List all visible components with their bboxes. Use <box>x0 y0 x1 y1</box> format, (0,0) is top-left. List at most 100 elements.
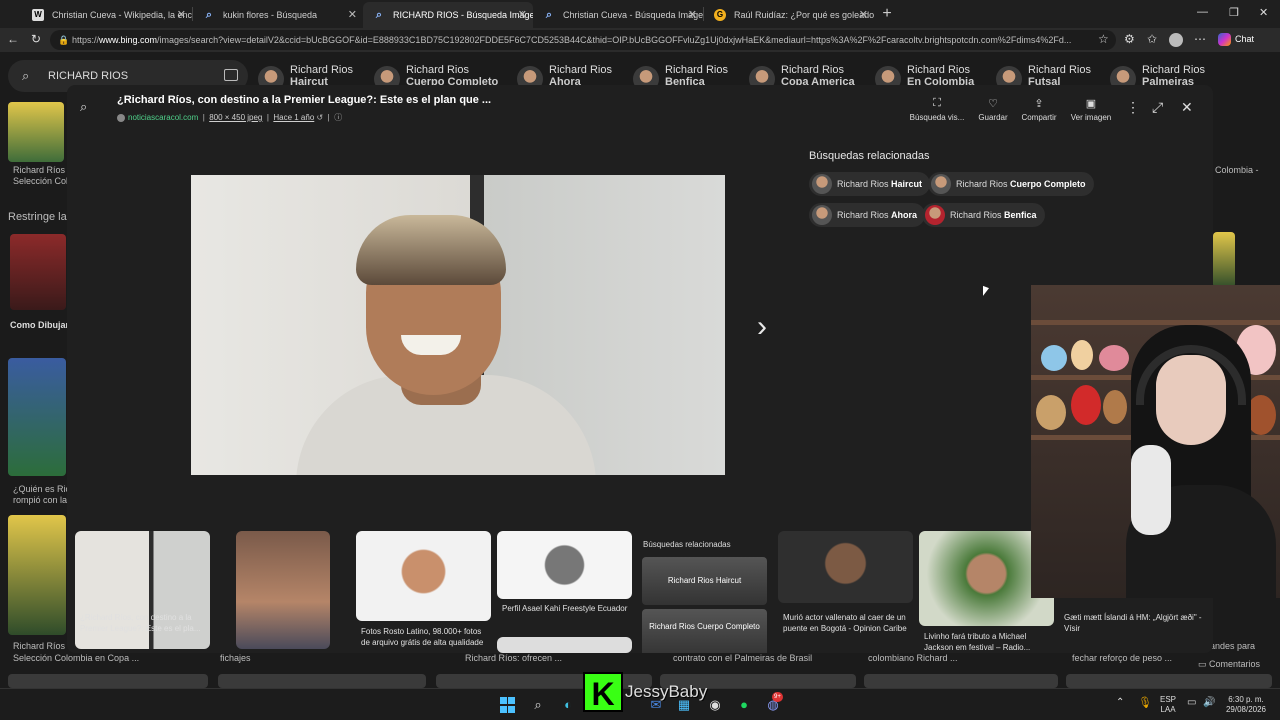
dimensions-link[interactable]: 800 × 450 jpeg <box>209 113 262 122</box>
language-indicator[interactable]: ESP LAA <box>1160 695 1176 715</box>
search-icon: ⌕ <box>205 9 213 21</box>
more-options-icon[interactable]: ⋮ <box>1126 99 1140 116</box>
tab-christian-cueva-images[interactable]: ⌕ Christian Cueva - Búsqueda Imáge ✕ <box>533 2 703 28</box>
new-tab-button[interactable]: + <box>874 5 900 23</box>
strip-related-tile[interactable]: Richard Rios Cuerpo Completo <box>642 609 767 653</box>
chip-name: Richard Rios <box>1028 64 1091 76</box>
lock-icon: 🔒 <box>58 35 70 45</box>
plush-toy <box>1036 395 1066 430</box>
share-button[interactable]: ⇪ Compartir <box>1017 97 1061 122</box>
result-caption: fichajes <box>220 653 251 663</box>
tab-kukin-flores[interactable]: ⌕ kukin flores - Búsqueda ✕ <box>193 2 363 28</box>
close-icon[interactable]: ✕ <box>1181 99 1193 116</box>
tray-chevron-icon[interactable]: ⌃ <box>1116 698 1124 708</box>
strip-related-tile[interactable]: Richard Rios Haircut <box>642 557 767 605</box>
strip-thumbnail[interactable] <box>236 531 330 649</box>
strip-thumbnail[interactable] <box>497 531 632 599</box>
strip-thumbnail[interactable] <box>356 531 491 621</box>
result-thumbnail[interactable] <box>1066 674 1272 688</box>
strip-thumbnail[interactable] <box>778 531 913 603</box>
source-link[interactable]: noticiascaracol.com <box>128 113 198 122</box>
expand-icon[interactable]: ⤢ <box>1152 99 1163 116</box>
result-thumbnail[interactable] <box>8 674 208 688</box>
main-image[interactable] <box>191 175 725 475</box>
thumbnail-image <box>497 531 632 599</box>
strip-thumbnail[interactable] <box>497 637 632 653</box>
avatar <box>925 205 945 225</box>
result-caption: Selección Col <box>13 176 69 186</box>
visual-search-button[interactable]: ⛶ Búsqueda vis... <box>905 97 969 122</box>
mic-tray-icon[interactable]: 🎙 <box>1138 698 1152 709</box>
tab-richard-rios[interactable]: ⌕ RICHARD RIOS - Búsqueda Imágen ✕ <box>363 2 533 28</box>
result-thumbnail[interactable] <box>218 674 426 688</box>
result-thumbnail[interactable] <box>8 358 66 476</box>
tile-label: Richard Rios Haircut <box>667 576 742 585</box>
minimize-icon[interactable]: — <box>1197 6 1208 18</box>
tab-label: Christian Cueva - Búsqueda Imáge <box>563 10 703 20</box>
copilot-chat-button[interactable]: Chat <box>1218 33 1254 46</box>
keyboard-layout: LAA <box>1160 705 1176 714</box>
close-window-icon[interactable]: ✕ <box>1259 6 1268 19</box>
url-prefix: https:// <box>72 35 100 45</box>
plush-toy <box>1071 340 1093 370</box>
save-button[interactable]: ♡ Guardar <box>973 97 1013 122</box>
image-title[interactable]: ¿Richard Ríos, con destino a la Premier … <box>117 94 491 106</box>
feedback-link[interactable]: ▭ Comentarios <box>1198 659 1260 670</box>
visual-search-icon[interactable] <box>224 69 238 81</box>
favorite-star-icon[interactable]: ☆ <box>1098 32 1109 46</box>
spotify-icon[interactable]: ● <box>736 697 752 713</box>
restore-icon[interactable]: ❐ <box>1229 6 1239 19</box>
strip-caption: Gæti mætt Íslandi á HM: „Algjört æði" - … <box>1064 613 1202 633</box>
close-tab-icon[interactable]: ✕ <box>348 8 357 21</box>
info-icon[interactable]: ⓘ <box>334 113 342 122</box>
age-link[interactable]: Hace 1 año <box>273 113 314 122</box>
chip-name: Richard Rios <box>950 210 1002 220</box>
more-menu-icon[interactable]: ⋯ <box>1194 32 1206 46</box>
result-thumbnail[interactable] <box>864 674 1058 688</box>
tab-label: Christian Cueva - Wikipedia, la enc <box>52 10 192 20</box>
obs-icon[interactable]: ◉ <box>707 697 723 713</box>
volume-icon[interactable]: 🔊 <box>1203 698 1215 708</box>
next-image-icon[interactable]: › <box>757 310 767 344</box>
kick-logo: K <box>583 672 623 712</box>
close-tab-icon[interactable]: ✕ <box>177 8 186 21</box>
result-thumbnail[interactable] <box>10 234 66 310</box>
related-search-chip[interactable]: Richard Rios Cuerpo Completo <box>928 172 1094 196</box>
search-icon: ⌕ <box>375 9 383 21</box>
start-windows-icon[interactable] <box>500 697 516 713</box>
search-icon[interactable]: ⌕ <box>530 697 546 713</box>
profile-avatar[interactable] <box>1169 33 1183 47</box>
clock[interactable]: 6:30 p. m. 29/08/2026 <box>1221 695 1271 715</box>
result-thumbnail[interactable] <box>8 515 66 635</box>
plush-toy <box>1071 385 1101 425</box>
reload-icon[interactable]: ↻ <box>31 32 41 46</box>
network-icon[interactable]: ▭ <box>1187 698 1196 708</box>
back-icon[interactable]: ← <box>7 32 19 46</box>
edge-icon[interactable]: ◐ <box>560 697 576 713</box>
extensions-icon[interactable]: ⚙ <box>1124 32 1135 46</box>
address-bar[interactable]: 🔒 https://www.bing.com/images/search?vie… <box>50 30 1116 50</box>
webcam-overlay <box>1031 285 1280 598</box>
person-hair <box>356 215 506 285</box>
search-icon[interactable]: ⌕ <box>80 99 87 115</box>
result-caption: Richard Ríos <box>13 641 66 651</box>
plush-toy <box>1041 345 1067 371</box>
related-search-chip[interactable]: Richard Rios Haircut <box>809 172 931 196</box>
favorites-icon[interactable]: ✩ <box>1147 32 1157 46</box>
avatar <box>812 205 832 225</box>
filter-heading: Restringe la <box>8 211 67 223</box>
tab-christian-cueva-wiki[interactable]: W Christian Cueva - Wikipedia, la enc ✕ <box>22 2 192 28</box>
url-host: www.bing.com <box>99 35 158 45</box>
close-tab-icon[interactable]: ✕ <box>518 8 527 21</box>
result-thumbnail[interactable] <box>8 102 64 162</box>
result-caption: colombiano Richard ... <box>868 653 958 663</box>
copilot-icon <box>1218 33 1231 46</box>
result-thumbnail[interactable] <box>1213 232 1235 288</box>
close-tab-icon[interactable]: ✕ <box>859 8 868 21</box>
related-search-chip[interactable]: Richard Rios Benfica <box>922 203 1045 227</box>
related-searches-title: Búsquedas relacionadas <box>809 150 930 162</box>
tab-raul-ruidiaz[interactable]: G Raúl Ruidíaz: ¿Por qué es goleador ✕ <box>704 2 874 28</box>
related-search-chip[interactable]: Richard Rios Ahora <box>809 203 926 227</box>
close-tab-icon[interactable]: ✕ <box>688 8 697 21</box>
view-image-button[interactable]: ▣ Ver imagen <box>1066 97 1116 122</box>
